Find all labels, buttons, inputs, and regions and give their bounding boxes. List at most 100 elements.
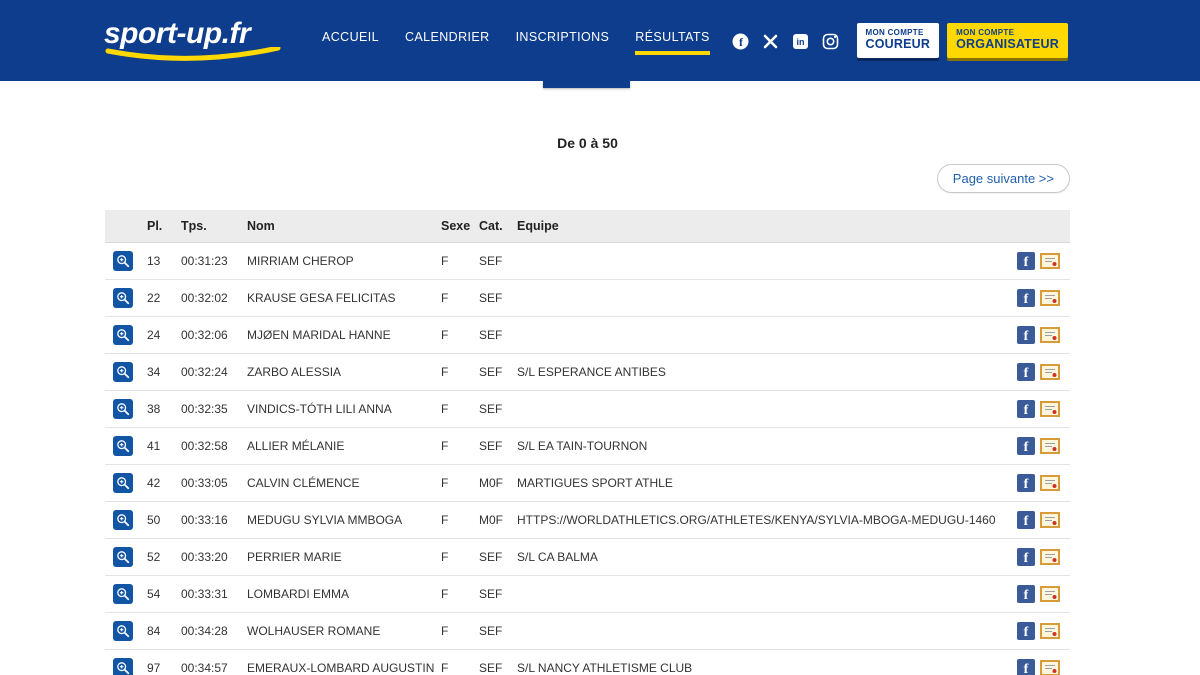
table-row: 22 00:32:02 KRAUSE GESA FELICITAS F SEF … <box>105 279 1070 317</box>
table-row: 38 00:32:35 VINDICS-TÓTH LILI ANNA F SEF… <box>105 390 1070 428</box>
cell-place: 52 <box>141 538 175 576</box>
table-row: 34 00:32:24 ZARBO ALESSIA F SEF S/L ESPE… <box>105 353 1070 391</box>
cell-sex: F <box>435 427 473 465</box>
facebook-share-icon[interactable]: f <box>1017 585 1035 603</box>
table-row: 84 00:34:28 WOLHAUSER ROMANE F SEF f <box>105 612 1070 650</box>
row-detail-zoom-button[interactable] <box>113 251 133 271</box>
facebook-share-icon[interactable]: f <box>1017 252 1035 270</box>
certificate-icon[interactable] <box>1040 660 1060 675</box>
row-detail-zoom-button[interactable] <box>113 399 133 419</box>
facebook-share-icon[interactable]: f <box>1017 474 1035 492</box>
table-row: 41 00:32:58 ALLIER MÉLANIE F SEF S/L EA … <box>105 427 1070 465</box>
header-sexe: Sexe <box>435 210 473 243</box>
cell-name: ALLIER MÉLANIE <box>241 427 435 465</box>
cell-time: 00:33:20 <box>175 538 241 576</box>
cell-team: S/L CA BALMA <box>511 538 995 576</box>
certificate-glyph <box>1040 253 1060 269</box>
sportup-logo[interactable]: sport-up.fr <box>104 18 286 63</box>
row-detail-zoom-button[interactable] <box>113 473 133 493</box>
cell-category: M0F <box>473 501 511 539</box>
cell-sex: F <box>435 575 473 613</box>
nav-item-calendrier[interactable]: CALENDRIER <box>405 30 490 55</box>
cell-time: 00:34:57 <box>175 649 241 675</box>
row-detail-zoom-button[interactable] <box>113 621 133 641</box>
top-navigation-bar: sport-up.fr ACCUEIL CALENDRIER INSCRIPTI… <box>0 0 1200 81</box>
certificate-glyph <box>1040 623 1060 639</box>
cell-name: VINDICS-TÓTH LILI ANNA <box>241 390 435 428</box>
certificate-glyph <box>1040 586 1060 602</box>
cell-name: CALVIN CLÉMENCE <box>241 464 435 502</box>
table-row: 13 00:31:23 MIRRIAM CHEROP F SEF f <box>105 242 1070 280</box>
facebook-share-icon[interactable]: f <box>1017 289 1035 307</box>
cell-time: 00:31:23 <box>175 242 241 280</box>
certificate-icon[interactable] <box>1040 623 1060 639</box>
cell-place: 13 <box>141 242 175 280</box>
nav-item-resultats[interactable]: RÉSULTATS <box>635 30 710 55</box>
table-row: 50 00:33:16 MEDUGU SYLVIA MMBOGA F M0F H… <box>105 501 1070 539</box>
certificate-icon[interactable] <box>1040 290 1060 306</box>
facebook-icon[interactable]: f <box>732 33 749 50</box>
certificate-icon[interactable] <box>1040 549 1060 565</box>
facebook-share-icon[interactable]: f <box>1017 400 1035 418</box>
magnifier-plus-icon <box>117 477 130 490</box>
table-row: 97 00:34:57 EMERAUX-LOMBARD AUGUSTINE F … <box>105 649 1070 675</box>
row-detail-zoom-button[interactable] <box>113 584 133 604</box>
cell-sex: F <box>435 501 473 539</box>
facebook-share-icon[interactable]: f <box>1017 437 1035 455</box>
facebook-share-icon[interactable]: f <box>1017 326 1035 344</box>
row-detail-zoom-button[interactable] <box>113 362 133 382</box>
certificate-icon[interactable] <box>1040 401 1060 417</box>
cell-team <box>511 279 995 317</box>
certificate-glyph <box>1040 512 1060 528</box>
cell-place: 97 <box>141 649 175 675</box>
certificate-icon[interactable] <box>1040 475 1060 491</box>
cell-sex: F <box>435 612 473 650</box>
row-detail-zoom-button[interactable] <box>113 288 133 308</box>
cell-place: 34 <box>141 353 175 391</box>
certificate-icon[interactable] <box>1040 364 1060 380</box>
mon-compte-coureur-button[interactable]: MON COMPTE COUREUR <box>856 23 940 58</box>
cell-place: 50 <box>141 501 175 539</box>
cell-sex: F <box>435 649 473 675</box>
cell-category: SEF <box>473 575 511 613</box>
instagram-icon[interactable] <box>822 33 839 50</box>
row-detail-zoom-button[interactable] <box>113 510 133 530</box>
cell-category: SEF <box>473 390 511 428</box>
svg-text:in: in <box>796 37 804 47</box>
mon-compte-organisateur-button[interactable]: MON COMPTE ORGANISATEUR <box>947 23 1068 58</box>
certificate-icon[interactable] <box>1040 253 1060 269</box>
partially-hidden-button[interactable] <box>543 81 630 88</box>
facebook-share-icon[interactable]: f <box>1017 659 1035 675</box>
social-links: f in <box>732 33 839 50</box>
certificate-icon[interactable] <box>1040 327 1060 343</box>
facebook-share-icon[interactable]: f <box>1017 511 1035 529</box>
magnifier-plus-icon <box>117 255 130 268</box>
row-detail-zoom-button[interactable] <box>113 658 133 675</box>
facebook-share-icon[interactable]: f <box>1017 363 1035 381</box>
table-row: 42 00:33:05 CALVIN CLÉMENCE F M0F MARTIG… <box>105 464 1070 502</box>
linkedin-icon[interactable]: in <box>792 33 809 50</box>
cell-time: 00:32:06 <box>175 316 241 354</box>
nav-item-accueil[interactable]: ACCUEIL <box>322 30 379 55</box>
cell-name: KRAUSE GESA FELICITAS <box>241 279 435 317</box>
certificate-icon[interactable] <box>1040 512 1060 528</box>
cell-category: SEF <box>473 316 511 354</box>
cell-time: 00:32:58 <box>175 427 241 465</box>
facebook-share-icon[interactable]: f <box>1017 622 1035 640</box>
nav-item-inscriptions[interactable]: INSCRIPTIONS <box>516 30 610 55</box>
x-icon[interactable] <box>762 33 779 50</box>
table-row: 54 00:33:31 LOMBARDI EMMA F SEF f <box>105 575 1070 613</box>
row-detail-zoom-button[interactable] <box>113 436 133 456</box>
magnifier-plus-icon <box>117 514 130 527</box>
certificate-icon[interactable] <box>1040 438 1060 454</box>
cell-sex: F <box>435 279 473 317</box>
cell-team <box>511 575 995 613</box>
row-detail-zoom-button[interactable] <box>113 547 133 567</box>
table-row: 52 00:33:20 PERRIER MARIE F SEF S/L CA B… <box>105 538 1070 576</box>
facebook-share-icon[interactable]: f <box>1017 548 1035 566</box>
certificate-icon[interactable] <box>1040 586 1060 602</box>
header-cat: Cat. <box>473 210 511 243</box>
row-detail-zoom-button[interactable] <box>113 325 133 345</box>
cell-team: S/L NANCY ATHLETISME CLUB <box>511 649 995 675</box>
next-page-button[interactable]: Page suivante >> <box>936 164 1070 193</box>
